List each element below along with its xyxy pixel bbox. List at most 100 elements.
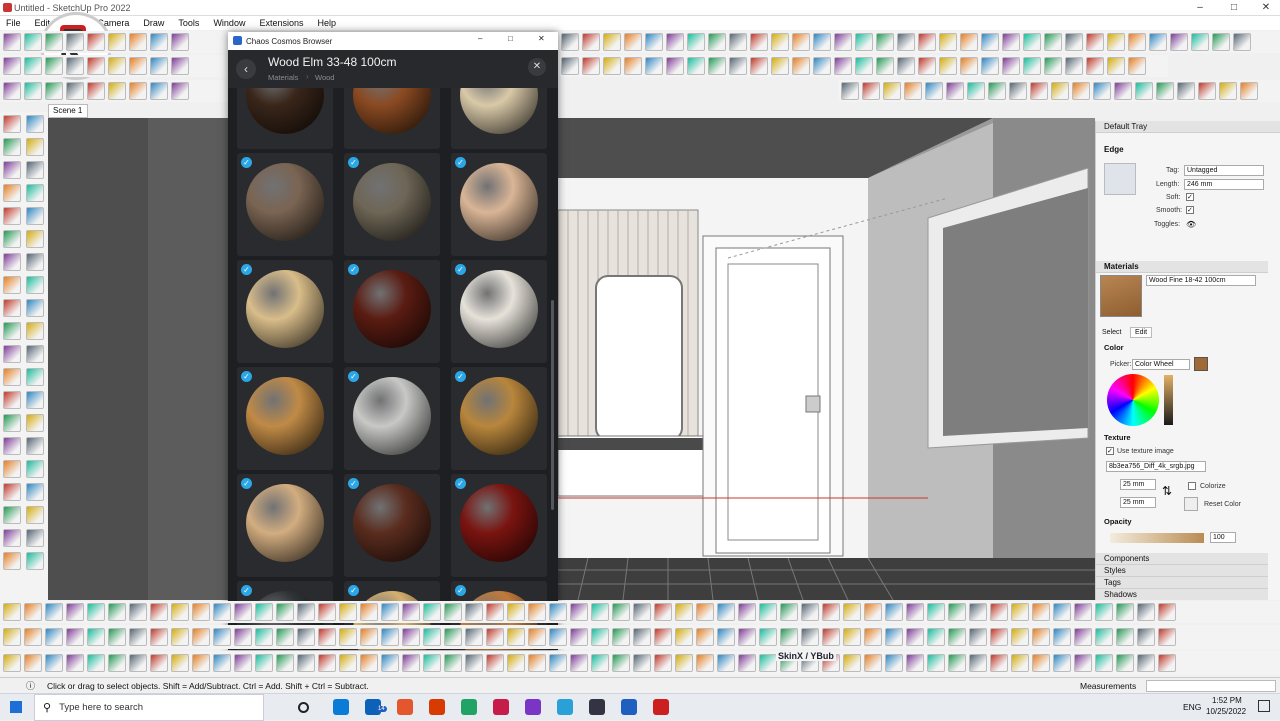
toolbar-tool-icon[interactable] [423,628,441,646]
toolbar-tool-icon[interactable] [108,33,126,51]
toolbar-tool-icon[interactable] [654,628,672,646]
toolbar-tool-icon[interactable] [255,654,273,672]
toolbar-tool-icon[interactable] [108,628,126,646]
toolbar-tool-icon[interactable] [897,33,915,51]
taskbar-app-icon[interactable] [621,699,637,715]
toolbar-tool-icon[interactable] [1137,603,1155,621]
toolbar-tool-icon[interactable] [150,654,168,672]
toolbar-tool-icon[interactable] [3,628,21,646]
toolbar-tool-icon[interactable] [87,628,105,646]
toolbar-tool-icon[interactable] [792,33,810,51]
toolbar-tool-icon[interactable] [1044,57,1062,75]
toolbar-tool-icon[interactable] [1233,33,1251,51]
toolbar-tool-icon[interactable] [1191,33,1209,51]
toolbar-tool-icon[interactable] [759,654,777,672]
clock-date[interactable]: 10/25/2022 [1206,707,1246,716]
reset-color-swatch[interactable] [1184,497,1198,511]
left-tool-icon[interactable] [26,529,44,547]
toolbar-tool-icon[interactable] [946,82,964,100]
left-tool-icon[interactable] [26,322,44,340]
toolbar-tool-icon[interactable] [570,654,588,672]
toolbar-tool-icon[interactable] [1032,603,1050,621]
toolbar-tool-icon[interactable] [771,33,789,51]
menu-item-extensions[interactable]: Extensions [259,18,303,28]
left-tool-icon[interactable] [26,184,44,202]
material-card[interactable]: ✓ [344,474,440,577]
left-tool-icon[interactable] [26,138,44,156]
toolbar-tool-icon[interactable] [45,82,63,100]
left-tool-icon[interactable] [26,253,44,271]
toolbar-tool-icon[interactable] [906,628,924,646]
toolbar-tool-icon[interactable] [969,628,987,646]
toolbar-tool-icon[interactable] [603,57,621,75]
toolbar-tool-icon[interactable] [969,654,987,672]
material-card[interactable]: ✓ [344,367,440,470]
toolbar-tool-icon[interactable] [1158,603,1176,621]
toolbar-tool-icon[interactable] [1074,628,1092,646]
toolbar-tool-icon[interactable] [696,603,714,621]
toolbar-tool-icon[interactable] [645,57,663,75]
toolbar-tool-icon[interactable] [66,33,84,51]
toolbar-tool-icon[interactable] [507,603,525,621]
toolbar-tool-icon[interactable] [192,628,210,646]
toolbar-tool-icon[interactable] [738,628,756,646]
colorize-checkbox[interactable] [1188,482,1196,490]
toolbar-tool-icon[interactable] [1135,82,1153,100]
toolbar-tool-icon[interactable] [129,654,147,672]
toolbar-tool-icon[interactable] [675,654,693,672]
toolbar-tool-icon[interactable] [66,57,84,75]
toolbar-tool-icon[interactable] [864,654,882,672]
toolbar-tool-icon[interactable] [687,57,705,75]
toolbar-tool-icon[interactable] [738,654,756,672]
toolbar-tool-icon[interactable] [1107,57,1125,75]
toolbar-tool-icon[interactable] [927,654,945,672]
material-card[interactable] [237,88,333,149]
toolbar-tool-icon[interactable] [918,57,936,75]
toolbar-tool-icon[interactable] [780,603,798,621]
toolbar-tool-icon[interactable] [591,654,609,672]
toolbar-tool-icon[interactable] [66,603,84,621]
toolbar-tool-icon[interactable] [549,628,567,646]
toolbar-tool-icon[interactable] [24,82,42,100]
link-icon[interactable]: ⇅ [1162,484,1172,498]
left-tool-icon[interactable] [26,437,44,455]
toolbar-tool-icon[interactable] [813,57,831,75]
grid-scrollbar[interactable] [551,300,554,510]
toolbar-tool-icon[interactable] [1095,654,1113,672]
toolbar-tool-icon[interactable] [1053,628,1071,646]
toolbar-tool-icon[interactable] [633,654,651,672]
toolbar-tool-icon[interactable] [1116,654,1134,672]
toolbar-tool-icon[interactable] [213,628,231,646]
tray-section-tags[interactable]: Tags [1096,577,1268,589]
toolbar-tool-icon[interactable] [561,57,579,75]
toolbar-tool-icon[interactable] [507,628,525,646]
toolbar-tool-icon[interactable] [339,628,357,646]
menu-item-tools[interactable]: Tools [178,18,199,28]
toolbar-tool-icon[interactable] [45,33,63,51]
clock-time[interactable]: 1:52 PM [1212,696,1242,705]
toolbar-tool-icon[interactable] [603,33,621,51]
toolbar-tool-icon[interactable] [1065,33,1083,51]
toolbar-tool-icon[interactable] [1095,628,1113,646]
toolbar-tool-icon[interactable] [1107,33,1125,51]
toolbar-tool-icon[interactable] [885,654,903,672]
taskbar-app-icon[interactable] [429,699,445,715]
menu-item-draw[interactable]: Draw [143,18,164,28]
toolbar-tool-icon[interactable] [591,603,609,621]
toolbar-tool-icon[interactable] [192,603,210,621]
toolbar-tool-icon[interactable] [1009,82,1027,100]
toolbar-tool-icon[interactable] [855,57,873,75]
taskbar-search[interactable]: ⚲ Type here to search [34,693,264,721]
left-tool-icon[interactable] [26,483,44,501]
toolbar-tool-icon[interactable] [729,57,747,75]
toolbar-tool-icon[interactable] [990,603,1008,621]
toolbar-tool-icon[interactable] [927,628,945,646]
toolbar-tool-icon[interactable] [1086,33,1104,51]
toolbar-tool-icon[interactable] [549,654,567,672]
toolbar-tool-icon[interactable] [906,603,924,621]
toolbar-tool-icon[interactable] [381,654,399,672]
toolbar-tool-icon[interactable] [276,628,294,646]
left-tool-icon[interactable] [3,483,21,501]
toolbar-tool-icon[interactable] [654,603,672,621]
toolbar-tool-icon[interactable] [1158,654,1176,672]
